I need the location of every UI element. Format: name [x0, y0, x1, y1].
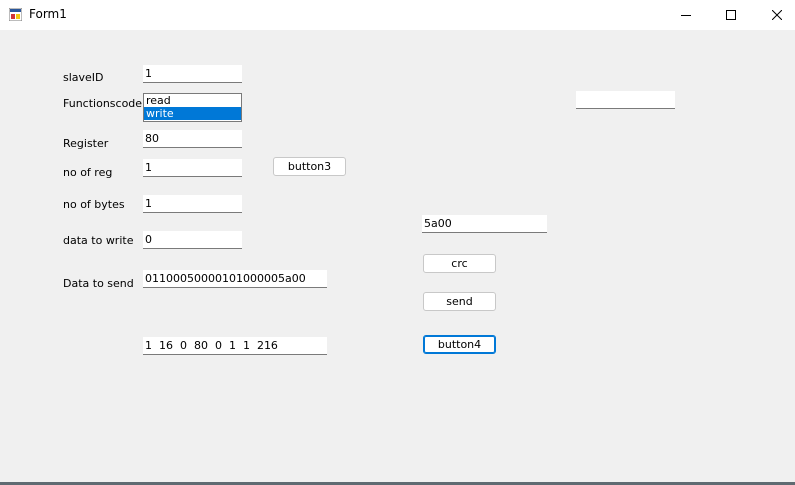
crc-value-field[interactable]	[422, 215, 547, 233]
form-window: Form1 slaveID Functionscode Register no …	[0, 0, 795, 482]
top-right-field[interactable]	[576, 91, 675, 109]
function-code-option-write[interactable]: write	[144, 107, 241, 120]
button4-button[interactable]: button4	[423, 335, 496, 354]
result-bytes-field[interactable]	[143, 337, 327, 355]
title-bar: Form1	[0, 0, 795, 30]
maximize-button[interactable]	[708, 0, 754, 30]
no-of-bytes-label: no of bytes	[63, 198, 125, 211]
function-code-option-read[interactable]: read	[144, 94, 241, 107]
data-to-write-label: data to write	[63, 234, 134, 247]
data-to-send-label: Data to send	[63, 277, 134, 290]
crc-button[interactable]: crc	[423, 254, 496, 273]
data-to-send-field[interactable]	[143, 270, 327, 288]
slave-id-field[interactable]	[143, 65, 242, 83]
function-code-listbox[interactable]: read write	[143, 93, 242, 122]
register-label: Register	[63, 137, 109, 150]
minimize-button[interactable]	[663, 0, 709, 30]
form-app-icon	[9, 8, 22, 21]
minimize-icon	[681, 15, 691, 16]
data-to-write-field[interactable]	[143, 231, 242, 249]
button3-button[interactable]: button3	[273, 157, 346, 176]
close-icon	[772, 10, 782, 20]
no-of-reg-label: no of reg	[63, 166, 113, 179]
no-of-bytes-field[interactable]	[143, 195, 242, 213]
maximize-icon	[726, 10, 736, 20]
close-button[interactable]	[754, 0, 795, 30]
send-button[interactable]: send	[423, 292, 496, 311]
slave-id-label: slaveID	[63, 71, 104, 84]
function-code-label: Functionscode	[63, 97, 143, 110]
register-field[interactable]	[143, 130, 242, 148]
window-title: Form1	[29, 7, 67, 21]
no-of-reg-field[interactable]	[143, 159, 242, 177]
